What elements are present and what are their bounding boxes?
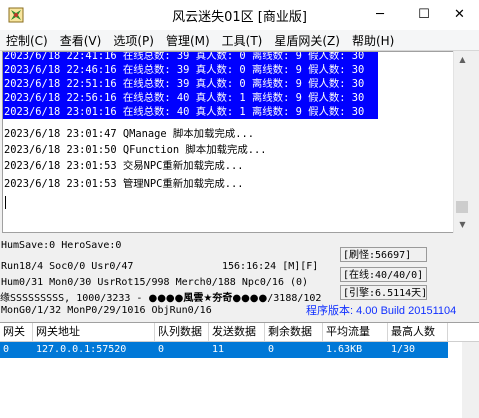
cell-avg-traffic: 1.63KB bbox=[326, 344, 363, 355]
gateway-table[interactable]: 网关 网关地址 队列数据 发送数据 剩余数据 平均流量 最高人数 0 127.0… bbox=[0, 322, 479, 418]
log-line-selected[interactable]: 2023/6/18 22:41:16 在线总数: 39 真人数: 0 离线数: … bbox=[3, 52, 378, 63]
log-line-selected[interactable]: 2023/6/18 22:51:16 在线总数: 39 真人数: 0 离线数: … bbox=[3, 77, 378, 91]
engine-uptime-box: [引擎:6.5114天] bbox=[340, 285, 427, 300]
column-header-address[interactable]: 网关地址 bbox=[33, 323, 155, 341]
menu-tools[interactable]: 工具(T) bbox=[216, 32, 269, 49]
text-caret bbox=[5, 196, 6, 209]
cell-sent: 11 bbox=[212, 344, 225, 355]
table-header: 网关 网关地址 队列数据 发送数据 剩余数据 平均流量 最高人数 bbox=[0, 323, 479, 342]
log-line[interactable]: 2023/6/18 23:01:50 QFunction 脚本加载完成... bbox=[3, 143, 267, 157]
log-line[interactable]: 2023/6/18 23:01:53 管理NPC重新加载完成... bbox=[3, 177, 244, 191]
menu-help[interactable]: 帮助(H) bbox=[346, 32, 400, 49]
table-scrollbar[interactable] bbox=[462, 342, 479, 418]
cell-remaining: 0 bbox=[268, 344, 275, 355]
menu-view[interactable]: 查看(V) bbox=[54, 32, 108, 49]
log-textarea[interactable]: 2023/6/18 22:41:16 在线总数: 39 真人数: 0 离线数: … bbox=[2, 51, 455, 233]
cell-address: 127.0.0.1:57520 bbox=[36, 344, 127, 355]
column-header-gateway[interactable]: 网关 bbox=[0, 323, 33, 341]
column-header-queue[interactable]: 队列数据 bbox=[155, 323, 209, 341]
cell-queue: 0 bbox=[158, 344, 165, 355]
log-scrollbar[interactable]: ▲ ▼ bbox=[453, 51, 471, 233]
column-header-avg-traffic[interactable]: 平均流量 bbox=[323, 323, 388, 341]
menu-gateway[interactable]: 星盾网关(Z) bbox=[268, 32, 346, 49]
column-header-max-users[interactable]: 最高人数 bbox=[388, 323, 448, 341]
status-marquee: 缘SSSSSSSSS, 1000/3233 - ●●●●風雲★夯奇●●●●/31… bbox=[0, 289, 321, 304]
status-counts: Hum0/31 Mon0/30 UsrRot15/998 Merch0/188 … bbox=[1, 277, 309, 288]
status-monsters: MonG0/1/32 MonP0/29/1016 ObjRun0/16 bbox=[1, 305, 212, 316]
column-header-sent[interactable]: 发送数据 bbox=[209, 323, 265, 341]
scroll-up-icon[interactable]: ▲ bbox=[454, 51, 471, 68]
log-line[interactable]: 2023/6/18 23:01:53 交易NPC重新加载完成... bbox=[3, 159, 244, 173]
main-window: 风云迷失01区 [商业版] ─ ☐ ✕ 控制(C) 查看(V) 选项(P) 管理… bbox=[0, 0, 479, 418]
marquee-server-name: ●●●●風雲★夯奇●●●● bbox=[148, 293, 268, 304]
close-button[interactable]: ✕ bbox=[440, 0, 479, 28]
status-save: HumSave:0 HeroSave:0 bbox=[1, 240, 122, 251]
menu-options[interactable]: 选项(P) bbox=[107, 32, 160, 49]
scroll-down-icon[interactable]: ▼ bbox=[454, 216, 471, 233]
log-line-selected[interactable]: 2023/6/18 22:56:16 在线总数: 40 真人数: 1 离线数: … bbox=[3, 91, 378, 105]
column-header-remaining[interactable]: 剩余数据 bbox=[265, 323, 323, 341]
cell-gateway: 0 bbox=[3, 344, 10, 355]
scroll-thumb[interactable] bbox=[456, 201, 468, 213]
log-line-selected[interactable]: 2023/6/18 22:46:16 在线总数: 39 真人数: 0 离线数: … bbox=[3, 63, 378, 77]
minimize-button[interactable]: ─ bbox=[358, 0, 402, 28]
menu-manage[interactable]: 管理(M) bbox=[160, 32, 216, 49]
marquee-prefix: 缘SSSSSSSSS, 1000/3233 - bbox=[0, 293, 149, 304]
cell-max-users: 1/30 bbox=[391, 344, 416, 355]
menu-control[interactable]: 控制(C) bbox=[0, 32, 54, 49]
version-label: 程序版本: 4.00 Build 20151104 bbox=[306, 305, 457, 317]
log-line-selected[interactable]: 2023/6/18 23:01:16 在线总数: 40 真人数: 1 离线数: … bbox=[3, 105, 378, 119]
status-run: Run18/4 Soc0/0 Usr0/47 bbox=[1, 261, 134, 272]
status-uptime: 156:16:24 [M][F] bbox=[222, 261, 319, 272]
log-line[interactable]: 2023/6/18 23:01:47 QManage 脚本加载完成... bbox=[3, 127, 254, 141]
table-row[interactable]: 0 127.0.0.1:57520 0 11 0 1.63KB 1/30 bbox=[0, 342, 448, 358]
title-bar[interactable]: 风云迷失01区 [商业版] ─ ☐ ✕ bbox=[0, 0, 479, 30]
online-count-box: [在线:40/40/0] bbox=[340, 267, 427, 282]
brush-count-box: [刷怪:56697] bbox=[340, 247, 427, 262]
menu-bar: 控制(C) 查看(V) 选项(P) 管理(M) 工具(T) 星盾网关(Z) 帮助… bbox=[0, 30, 479, 51]
